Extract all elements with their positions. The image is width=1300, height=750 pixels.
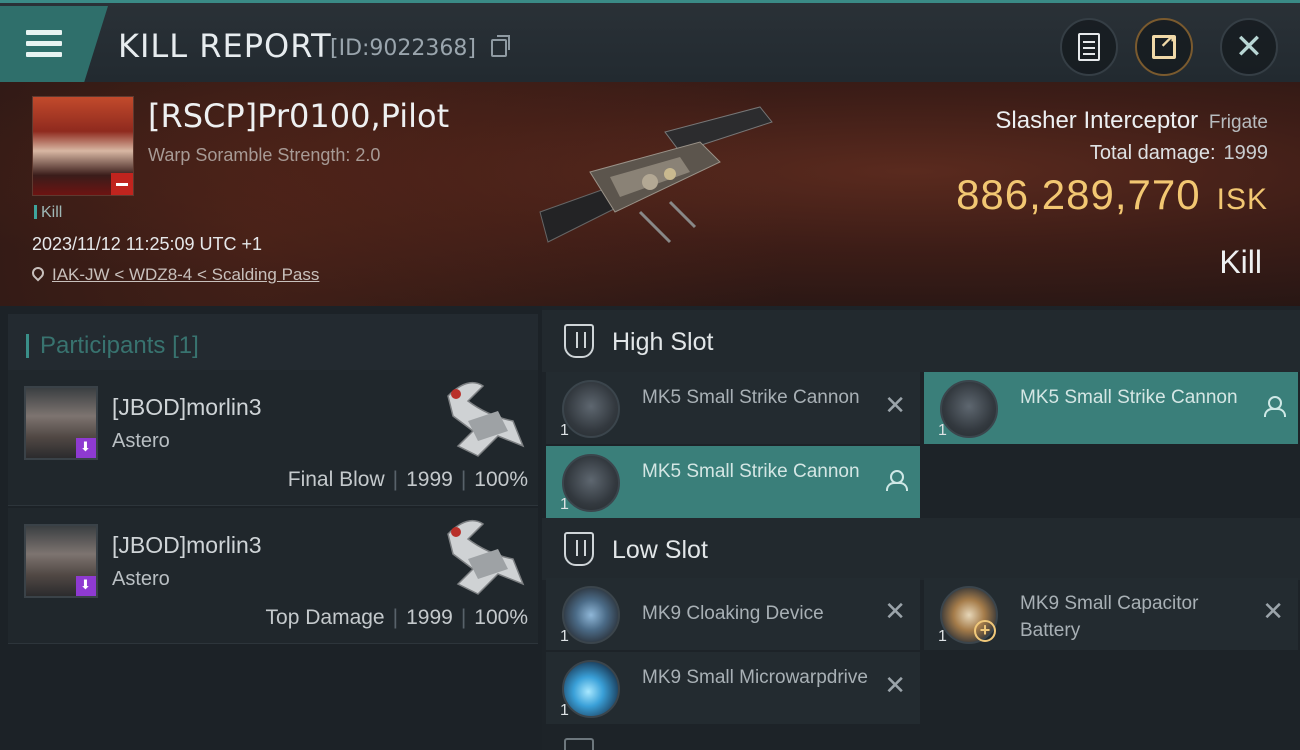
isk-amount: 886,289,770 bbox=[956, 171, 1201, 218]
participant-row[interactable]: [JBOD]morlin3 Astero Final Blow|1999|100… bbox=[8, 370, 538, 506]
participants-label: Participants [1] bbox=[26, 332, 199, 360]
module-qty: 1 bbox=[938, 628, 947, 645]
next-slot-icon bbox=[564, 738, 594, 750]
ship-class: Frigate bbox=[1208, 112, 1268, 133]
destroyed-icon: ✕ bbox=[884, 390, 906, 420]
microwarpdrive-icon bbox=[562, 660, 620, 718]
high-slot-header: High Slot bbox=[542, 310, 1300, 372]
module-item[interactable]: 1 MK9 Cloaking Device ✕ bbox=[546, 578, 920, 650]
participant-ship: Astero bbox=[112, 568, 170, 590]
total-damage-value: 1999 bbox=[1223, 142, 1269, 164]
participant-name: [JBOD]morlin3 bbox=[112, 532, 262, 558]
module-qty: 1 bbox=[560, 702, 569, 719]
document-icon bbox=[1078, 33, 1100, 61]
cloaking-device-icon bbox=[562, 586, 620, 644]
participants-panel: Participants [1] [JBOD]morlin3 Astero Fi… bbox=[0, 306, 542, 750]
victim-avatar[interactable] bbox=[32, 96, 134, 196]
participant-role: Final Blow bbox=[287, 468, 385, 491]
module-name: MK9 Cloaking Device bbox=[642, 603, 824, 624]
victim-ship-image bbox=[539, 106, 773, 244]
person-icon bbox=[886, 470, 908, 491]
module-item[interactable]: 1 MK9 Small Microwarpdrive ✕ bbox=[546, 652, 920, 724]
module-qty: 1 bbox=[560, 496, 569, 513]
isk-value: 886,289,770 ISK bbox=[956, 171, 1268, 219]
kill-location[interactable]: IAK-JW < WDZ8-4 < Scalding Pass bbox=[29, 264, 319, 285]
location-link[interactable]: IAK-JW < WDZ8-4 < Scalding Pass bbox=[52, 265, 319, 284]
corp-badge-icon bbox=[76, 576, 96, 596]
participants-title: Participants bbox=[40, 332, 166, 359]
share-button[interactable] bbox=[1135, 18, 1193, 76]
participant-name: [JBOD]morlin3 bbox=[112, 394, 262, 420]
destroyed-icon: ✕ bbox=[1262, 596, 1284, 626]
high-slot-icon bbox=[564, 324, 594, 358]
victim-ship-name[interactable]: Slasher Interceptor Frigate bbox=[995, 107, 1268, 135]
plus-icon: + bbox=[974, 620, 996, 642]
participant-percent: 100% bbox=[474, 468, 528, 491]
cannon-icon bbox=[562, 380, 620, 438]
person-icon bbox=[1264, 396, 1286, 417]
module-item[interactable]: 1 MK5 Small Strike Cannon ✕ bbox=[546, 372, 920, 444]
ship-name-text: Slasher Interceptor bbox=[995, 107, 1199, 134]
kill-tag: Kill bbox=[34, 204, 62, 222]
module-qty: 1 bbox=[560, 628, 569, 645]
destroyed-icon: ✕ bbox=[884, 670, 906, 700]
participant-row[interactable]: [JBOD]morlin3 Astero Top Damage|1999|100… bbox=[8, 508, 538, 644]
participants-header: Participants [1] bbox=[8, 314, 538, 370]
total-damage-label: Total damage: bbox=[1089, 142, 1216, 164]
cannon-icon bbox=[940, 380, 998, 438]
low-slot-label: Low Slot bbox=[612, 536, 708, 564]
module-name: MK5 Small Strike Cannon bbox=[1020, 387, 1238, 408]
victim-summary: [RSCP]Pr0100,Pilot Warp Soramble Strengt… bbox=[0, 82, 1300, 306]
participant-stats: Top Damage | 1999 | 100% bbox=[265, 606, 528, 629]
report-id: [ID:9022368] bbox=[330, 36, 476, 61]
module-item[interactable]: 1 MK5 Small Strike Cannon bbox=[924, 372, 1298, 444]
participants-count: [1] bbox=[172, 332, 199, 359]
copy-icon[interactable] bbox=[491, 35, 510, 57]
module-item[interactable]: 1 MK5 Small Strike Cannon bbox=[546, 446, 920, 518]
module-item[interactable]: + 1 MK9 Small Capacitor Battery ✕ bbox=[924, 578, 1298, 650]
fitting-panel: High Slot 1 MK5 Small Strike Cannon ✕ 1 … bbox=[542, 306, 1300, 750]
module-name: MK9 Small Microwarpdrive bbox=[642, 667, 868, 688]
top-bar: KILL REPORT [ID:9022368] ✕ bbox=[0, 0, 1300, 82]
capacitor-battery-icon: + bbox=[940, 586, 998, 644]
menu-button[interactable] bbox=[0, 6, 108, 82]
kill-timestamp: 2023/11/12 11:25:09 UTC +1 bbox=[32, 234, 263, 254]
participant-percent: 100% bbox=[474, 606, 528, 629]
participant-ship-image bbox=[447, 519, 525, 595]
total-damage: Total damage: 1999 bbox=[1090, 142, 1268, 165]
close-icon: ✕ bbox=[1234, 28, 1264, 66]
low-slot-icon bbox=[564, 532, 594, 566]
module-name: MK9 Small Capacitor Battery bbox=[1020, 593, 1199, 641]
participant-avatar[interactable] bbox=[24, 524, 98, 598]
participant-damage: 1999 bbox=[406, 468, 453, 491]
participant-ship-image bbox=[447, 381, 525, 457]
share-icon bbox=[1152, 29, 1176, 59]
cannon-icon bbox=[562, 454, 620, 512]
high-slot-label: High Slot bbox=[612, 328, 714, 356]
destroyed-icon: ✕ bbox=[884, 596, 906, 626]
participant-damage: 1999 bbox=[406, 606, 453, 629]
corp-badge-icon bbox=[76, 438, 96, 458]
module-name: MK5 Small Strike Cannon bbox=[642, 461, 860, 482]
document-button[interactable] bbox=[1060, 18, 1118, 76]
victim-pilot-name[interactable]: [RSCP]Pr0100,Pilot bbox=[148, 97, 449, 135]
location-pin-icon bbox=[29, 264, 47, 282]
module-name: MK5 Small Strike Cannon bbox=[642, 387, 860, 408]
page-title: KILL REPORT bbox=[118, 27, 332, 65]
module-qty: 1 bbox=[560, 422, 569, 439]
participant-avatar[interactable] bbox=[24, 386, 98, 460]
corp-badge-icon bbox=[111, 173, 133, 195]
low-slot-header: Low Slot bbox=[542, 518, 1300, 580]
module-qty: 1 bbox=[938, 422, 947, 439]
participant-role: Top Damage bbox=[265, 606, 385, 629]
participant-stats: Final Blow | 1999 | 100% bbox=[287, 468, 528, 491]
close-button[interactable]: ✕ bbox=[1220, 18, 1278, 76]
isk-unit: ISK bbox=[1216, 183, 1268, 216]
participant-ship: Astero bbox=[112, 430, 170, 452]
kill-result: Kill bbox=[1219, 244, 1262, 280]
hamburger-icon bbox=[26, 30, 62, 63]
victim-subtitle: Warp Soramble Strength: 2.0 bbox=[148, 145, 381, 165]
